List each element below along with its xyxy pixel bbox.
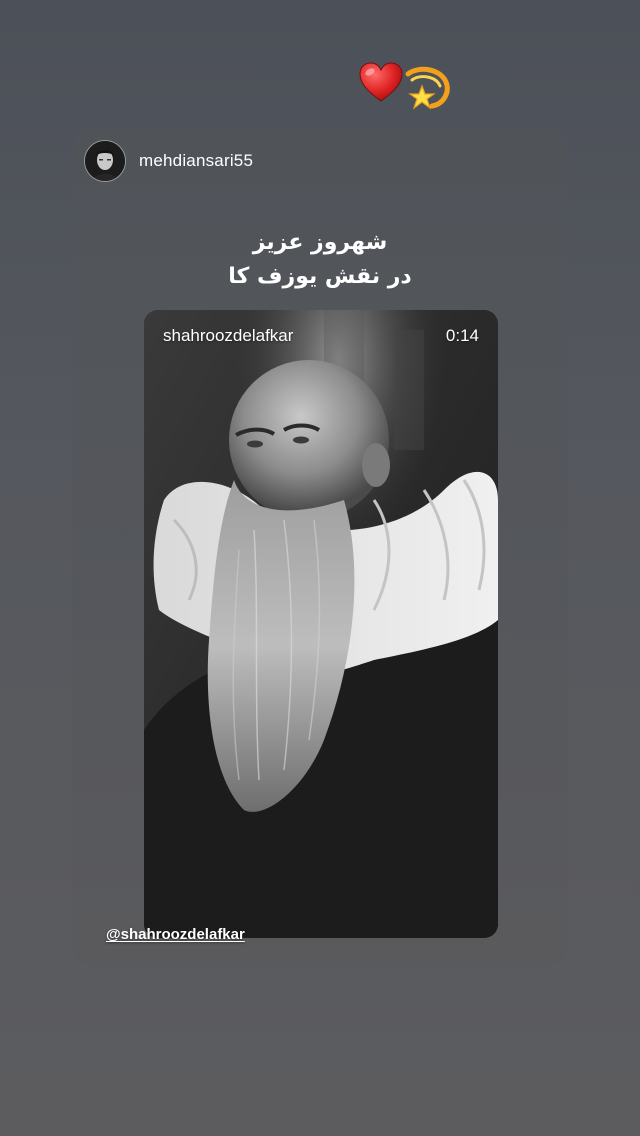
- dizzy-star-icon: [405, 66, 450, 110]
- author-avatar[interactable]: [84, 140, 126, 182]
- portrait-photo: [144, 310, 498, 938]
- post-author-header[interactable]: mehdiansari55: [84, 140, 253, 182]
- mention-sticker[interactable]: @shahroozdelafkar: [106, 926, 245, 943]
- video-account-name[interactable]: shahroozdelafkar: [163, 326, 293, 346]
- caption-line-2: در نقش یوزف کا: [228, 264, 412, 289]
- red-heart-icon: [359, 62, 403, 102]
- author-username[interactable]: mehdiansari55: [139, 151, 253, 171]
- embedded-video-post[interactable]: shahroozdelafkar 0:14: [144, 310, 498, 938]
- post-caption: شهروز عزیز در نقش یوزف کا: [72, 226, 568, 294]
- caption-line-1: شهروز عزیز: [252, 230, 388, 255]
- emoji-sticker-row: [356, 58, 456, 114]
- video-duration: 0:14: [445, 326, 479, 345]
